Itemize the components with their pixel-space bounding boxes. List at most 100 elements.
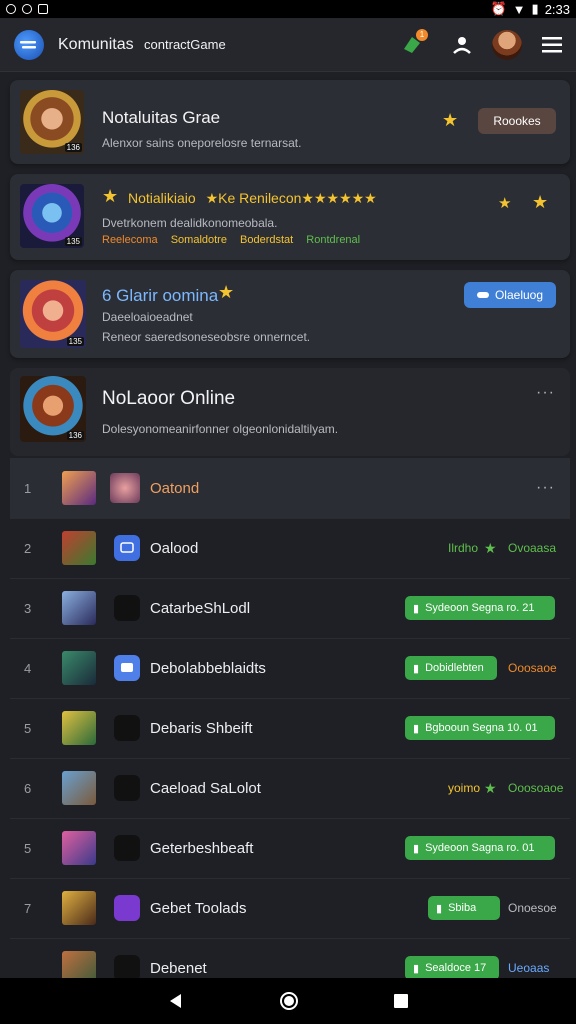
row-label: Debolabbeblaidts [150,659,266,677]
row-thumbnail [62,471,96,505]
row-label: Debenet [150,959,207,977]
notifications-button[interactable]: 1 [400,28,428,57]
featured-card-1[interactable]: 136 Notaluitas Grae Alenxor sains onepor… [10,80,570,164]
home-icon[interactable] [279,991,299,1011]
row-action-button[interactable]: ▮ Sbiba [428,896,500,920]
row-label: Oalood [150,539,199,557]
chat-icon [114,655,140,681]
row-label: Geterbeshbeaft [150,839,254,857]
card-action-label: Olaeluog [494,288,544,302]
status-bar: ⏰ ▼ ▮ 2:33 [0,0,576,18]
more-options-button[interactable]: ··· [536,479,555,497]
row-status: Onoesoe [508,901,557,915]
back-icon[interactable] [167,992,185,1010]
list-item[interactable]: 5 Debaris Shbeift ▮ Bgbooun Segna 10. 01 [10,698,570,759]
game-icon [114,895,140,921]
ticket-icon: ▮ [413,602,420,615]
ticket-icon: ▮ [413,722,420,735]
list-item[interactable]: Debenet ▮ Sealdoce 17 Ueoaas [10,938,570,978]
featured-card-2[interactable]: 135 ★ Notialikiaio ★Ke Renilecon★★★★★★ ★… [10,174,570,260]
more-options-button[interactable]: ··· [536,384,555,402]
featured-card-4[interactable]: 136 NoLaoor Online Dolesyonomeanirfonner… [10,368,570,456]
list-item[interactable]: 2 Oalood Ilrdho ★ Ovoaasa [10,518,570,579]
card-subtitle: Alenxor sains oneporelosre ternarsat. [102,136,302,150]
feed-content: 136 Notaluitas Grae Alenxor sains onepor… [0,72,576,978]
link-icon [476,292,489,298]
row-thumbnail [62,831,96,865]
row-label: Caeload SaLolot [150,779,261,797]
list-item[interactable]: 1 Oatond ··· [10,458,570,519]
list-item[interactable]: 5 Geterbeshbeaft ▮ Sydeoon Sagna ro. 01 [10,818,570,879]
list-item[interactable]: 4 Debolabbeblaidts ▮ Dobidlebten Ooosaoe [10,638,570,699]
ticket-icon: ▮ [413,842,420,855]
tag: Somaldotre [170,234,227,246]
ticket-icon: ▮ [413,962,420,975]
card-tags: Reelecoma Somaldotre Boderdstat Rontdren… [102,234,360,246]
game-icon [114,715,140,741]
avatar [110,473,140,503]
menu-button[interactable] [542,36,562,53]
profile-avatar-button[interactable] [492,29,522,60]
list-item[interactable]: 7 Gebet Toolads ▮ Sbiba Onoesoe [10,878,570,939]
row-action-button[interactable]: ▮ Bgbooun Segna 10. 01 [405,716,555,740]
row-number: 2 [24,540,32,556]
tag: Rontdrenal [306,234,361,246]
ticket-icon: ▮ [436,902,443,915]
game-icon [114,835,140,861]
row-action-button[interactable]: ▮ Sydeoon Sagna ro. 01 [405,836,555,860]
game-thumbnail: 135 [20,184,84,248]
game-icon [114,595,140,621]
card-action-label: Roookes [493,114,541,128]
card-description-2: Reneor saeredsoneseobsre onnerncet. [102,330,311,344]
star-icon: ★ [484,539,497,556]
row-number: 5 [24,840,32,856]
sync-icon [22,4,32,14]
battery-icon: ▮ [531,1,539,16]
card-action-button[interactable]: Roookes [478,108,556,134]
tag: Reelecoma [102,234,158,246]
card-title-extra: ★Ke Renilecon★★★★★★ [205,190,377,206]
star-icon: ★ [442,110,459,130]
star-icon: ★ [102,186,119,206]
list-item[interactable]: 6 Caeload SaLolot yoimo ★ Ooosoaoe [10,758,570,819]
row-action-label: Sydeoon Sagna ro. 01 [425,842,535,854]
row-action-label: Dobidlebten [425,662,484,674]
game-icon [114,955,140,978]
alarm-icon: ⏰ [490,1,507,16]
star-icon: ★ [484,779,497,796]
card-subtitle: Dolesyonomeanirfonner olgeonlonidaltilya… [102,422,339,436]
star-icon: ★ [498,195,512,212]
game-thumbnail: 136 [20,376,86,442]
status-time: 2:33 [544,1,570,17]
notification-count-badge: 1 [416,28,428,41]
row-status: Ueoaas [508,961,550,975]
row-action-button[interactable]: ▮ Sealdoce 17 [405,956,499,978]
row-thumbnail [62,951,96,978]
row-number: 5 [24,720,32,736]
row-number: 6 [24,780,32,796]
row-action-button[interactable]: ▮ Dobidlebten [405,656,497,680]
row-number: 3 [24,600,32,616]
row-action-label: Sealdoce 17 [425,962,487,974]
chat-icon [114,535,140,561]
user-button[interactable] [452,35,472,55]
card-action-button[interactable]: Olaeluog [464,282,556,308]
tag: Boderdstat [240,234,294,246]
row-number: 1 [24,480,32,496]
row-action-button[interactable]: ▮ Sydeoon Segna ro. 21 [405,596,555,620]
app-title-text: Komunitas [58,35,134,53]
thumbnail-badge: 136 [66,431,84,440]
recents-icon[interactable] [393,993,409,1009]
featured-card-3[interactable]: 135 6 Glarir oomina ★ Daeeloaioeadnet Re… [10,270,570,358]
app-title: Komunitas contractGame [58,36,380,54]
row-thumbnail [62,651,96,685]
ticket-icon: ▮ [413,662,420,675]
thumbnail-badge: 135 [66,337,84,346]
list-item[interactable]: 3 CatarbeShLodl ▮ Sydeoon Segna ro. 21 [10,578,570,639]
app-logo-icon[interactable] [14,29,44,60]
thumbnail-badge: 135 [64,237,82,246]
app-subtitle-text: contractGame [144,36,226,52]
notification-dot-icon [6,4,16,14]
row-status: Ooosoaoe [508,781,564,795]
row-label: Gebet Toolads [150,899,247,917]
